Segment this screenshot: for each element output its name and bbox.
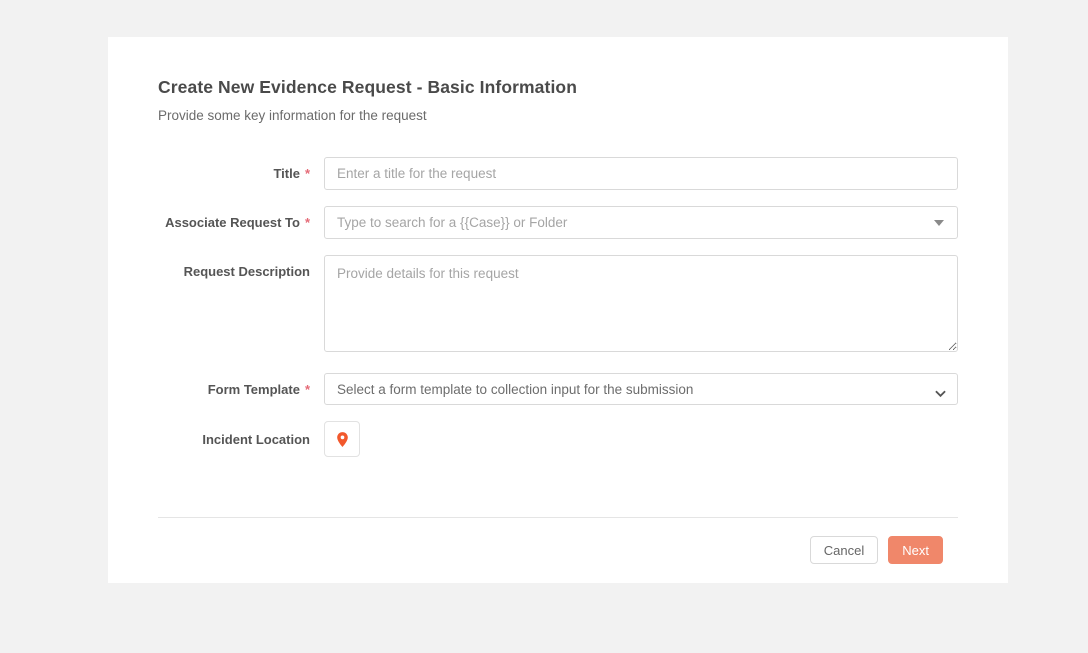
page-subtitle: Provide some key information for the req… [158, 108, 958, 123]
form-template-label-cell: Form Template * [158, 373, 310, 405]
title-label: Title [273, 166, 300, 181]
next-button[interactable]: Next [888, 536, 943, 564]
request-description-label-cell: Request Description [158, 255, 310, 357]
incident-location-button[interactable] [324, 421, 360, 457]
request-description-field-row: Request Description [158, 255, 958, 357]
page-title: Create New Evidence Request - Basic Info… [158, 77, 958, 98]
footer-actions: Cancel Next [158, 536, 958, 564]
associate-request-to-input[interactable] [324, 206, 958, 239]
form-template-select[interactable]: Select a form template to collection inp… [324, 373, 958, 405]
associate-request-to-field-row: Associate Request To * [158, 206, 958, 239]
associate-request-to-field-cell [324, 206, 958, 239]
create-evidence-request-card: Create New Evidence Request - Basic Info… [108, 37, 1008, 583]
form-template-field-cell: Select a form template to collection inp… [324, 373, 958, 405]
cancel-button[interactable]: Cancel [810, 536, 878, 564]
title-field-row: Title * [158, 157, 958, 190]
associate-request-to-label-cell: Associate Request To * [158, 206, 310, 239]
incident-location-field-cell [324, 421, 958, 457]
request-description-field-cell [324, 255, 958, 357]
basic-information-form: Title * Associate Request To * Request D… [158, 157, 958, 457]
request-description-label: Request Description [184, 264, 310, 279]
title-field-cell [324, 157, 958, 190]
required-asterisk: * [305, 215, 310, 230]
location-pin-icon [334, 430, 351, 449]
required-asterisk: * [305, 382, 310, 397]
form-template-field-row: Form Template * Select a form template t… [158, 373, 958, 405]
incident-location-label: Incident Location [202, 432, 310, 447]
associate-request-to-label: Associate Request To [165, 215, 300, 230]
incident-location-label-cell: Incident Location [158, 421, 310, 457]
title-label-cell: Title * [158, 157, 310, 190]
form-template-label: Form Template [208, 382, 300, 397]
request-description-textarea[interactable] [324, 255, 958, 352]
title-input[interactable] [324, 157, 958, 190]
required-asterisk: * [305, 166, 310, 181]
footer-divider [158, 517, 958, 518]
incident-location-field-row: Incident Location [158, 421, 958, 457]
